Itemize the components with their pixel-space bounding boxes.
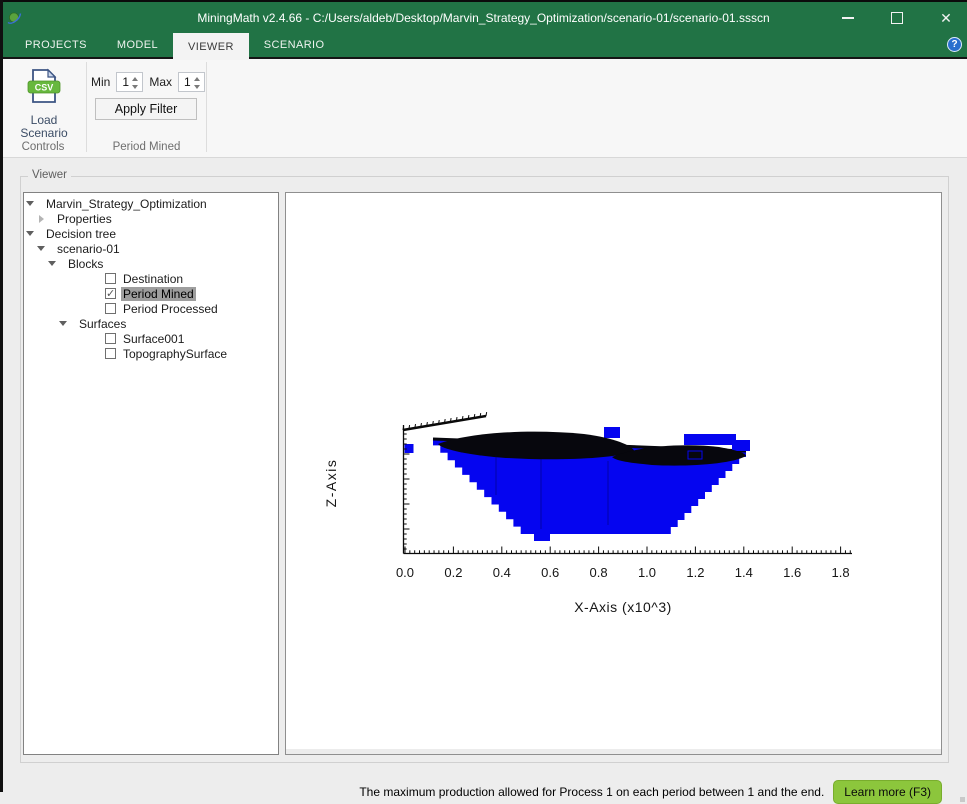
pit-block [604, 427, 620, 438]
x-tick-label: 0.6 [541, 565, 559, 580]
max-label: Max [149, 75, 173, 89]
min-spinner[interactable]: 1 [116, 72, 144, 92]
expanded-arrow-icon[interactable] [26, 201, 34, 206]
tree-item-blocks[interactable]: Blocks [24, 256, 278, 271]
checkbox-surface001[interactable] [105, 333, 116, 344]
tree-label-scenario-01[interactable]: scenario-01 [55, 242, 122, 256]
tree-label-marvin-strategy-optimization[interactable]: Marvin_Strategy_Optimization [44, 197, 209, 211]
window-left-edge [0, 0, 3, 792]
viewport-bottom-margin [286, 749, 941, 754]
tree-item-marvin-strategy-optimization[interactable]: Marvin_Strategy_Optimization [24, 196, 278, 211]
tab-scenario[interactable]: SCENARIO [249, 33, 340, 57]
checkbox-period-processed[interactable] [105, 303, 116, 314]
app-logo-icon [6, 9, 23, 31]
x-tick-label: 1.8 [832, 565, 850, 580]
ribbon: CSV Load Scenario Min 1 Max 1 Apply Filt… [0, 57, 967, 158]
pit-block [684, 434, 736, 445]
viewer-groupbox: Viewer Marvin_Strategy_Optimization Prope… [20, 169, 949, 763]
max-spinner[interactable]: 1 [178, 72, 206, 92]
titlebar: MiningMath v2.4.66 - C:/Users/aldeb/Desk… [0, 0, 967, 33]
min-value: 1 [122, 75, 130, 89]
tab-projects[interactable]: PROJECTS [10, 33, 102, 57]
checkbox-period-mined[interactable] [105, 287, 116, 300]
tree-item-destination[interactable]: Destination [24, 271, 278, 286]
learn-more-button[interactable]: Learn more (F3) [833, 779, 942, 804]
ribbon-group-controls-label: Controls [21, 141, 65, 153]
x-tick-label: 1.4 [735, 565, 753, 580]
resize-grip[interactable] [960, 797, 965, 802]
ribbon-group-divider [86, 62, 87, 152]
x-tick-label: 0.4 [493, 565, 511, 580]
close-icon: ✕ [940, 9, 952, 26]
collapsed-arrow-icon[interactable] [39, 214, 44, 223]
maximize-button[interactable] [890, 11, 904, 25]
minimize-button[interactable] [841, 11, 855, 25]
spinner-arrows-icon[interactable] [131, 75, 139, 91]
x-tick-label: 0.0 [396, 565, 414, 580]
window-title: MiningMath v2.4.66 - C:/Users/aldeb/Desk… [197, 10, 770, 25]
ribbon-tabbar: PROJECTS MODEL VIEWER SCENARIO ? [0, 33, 967, 60]
statusbar: The maximum production allowed for Proce… [0, 779, 967, 804]
help-icon[interactable]: ? [947, 37, 962, 52]
expanded-arrow-icon[interactable] [48, 261, 56, 266]
tree-item-scenario-01[interactable]: scenario-01 [24, 241, 278, 256]
expanded-arrow-icon[interactable] [59, 321, 67, 326]
ribbon-group-divider [206, 62, 207, 152]
checkbox-topographysurface[interactable] [105, 348, 116, 359]
apply-filter-button[interactable]: Apply Filter [95, 98, 197, 120]
close-button[interactable]: ✕ [939, 11, 953, 25]
tree-label-destination[interactable]: Destination [121, 272, 185, 286]
status-message: The maximum production allowed for Proce… [359, 784, 825, 799]
svg-text:CSV: CSV [35, 83, 54, 93]
tab-model[interactable]: MODEL [102, 33, 173, 57]
tree-label-surface001[interactable]: Surface001 [121, 332, 186, 346]
csv-file-icon: CSV [25, 68, 63, 109]
x-tick-label: 0.8 [590, 565, 608, 580]
tree-label-period-processed[interactable]: Period Processed [121, 302, 220, 316]
tree-label-blocks[interactable]: Blocks [66, 257, 105, 271]
ribbon-group-period-mined-label: Period Mined [112, 141, 181, 153]
maximize-icon [891, 11, 903, 24]
max-value: 1 [184, 75, 191, 89]
block-model-3d-view[interactable]: 0.0 0.2 0.4 0.6 0.8 1.0 1.2 1.4 1.6 1.8 X-Axis (x1… [286, 193, 941, 749]
tab-viewer[interactable]: VIEWER [173, 33, 249, 60]
tree-label-topographysurface[interactable]: TopographySurface [121, 347, 229, 361]
load-scenario-button[interactable]: CSV Load Scenario [13, 68, 75, 140]
tree-item-properties[interactable]: Properties [24, 211, 278, 226]
min-label: Min [91, 75, 111, 89]
load-scenario-label-line2: Scenario [20, 126, 68, 140]
tree-item-topographysurface[interactable]: TopographySurface [24, 346, 278, 361]
tree-label-period-mined[interactable]: Period Mined [121, 286, 196, 301]
x-axis-title: X-Axis (x10^3) [574, 599, 672, 615]
tree-item-decision-tree[interactable]: Decision tree [24, 226, 278, 241]
viewport-3d[interactable]: 0.0 0.2 0.4 0.6 0.8 1.0 1.2 1.4 1.6 1.8 X-Axis (x1… [285, 192, 942, 755]
x-tick-label: 1.0 [638, 565, 656, 580]
pit-block [732, 440, 750, 451]
checkbox-destination[interactable] [105, 273, 116, 284]
expanded-arrow-icon[interactable] [26, 231, 34, 236]
scenario-tree[interactable]: Marvin_Strategy_Optimization Properties De… [23, 192, 279, 755]
tree-label-properties[interactable]: Properties [55, 212, 114, 226]
expanded-arrow-icon[interactable] [37, 246, 45, 251]
x-tick-label: 1.6 [783, 565, 801, 580]
x-tick-label: 1.2 [686, 565, 704, 580]
z-axis-title: Z-Axis [323, 459, 339, 508]
tree-item-period-mined[interactable]: Period Mined [24, 286, 278, 301]
viewer-groupbox-label: Viewer [28, 169, 71, 181]
spinner-arrows-icon[interactable] [193, 75, 201, 91]
tree-item-surfaces[interactable]: Surfaces [24, 316, 278, 331]
tree-item-surface001[interactable]: Surface001 [24, 331, 278, 346]
x-tick-label: 0.2 [444, 565, 462, 580]
tree-label-surfaces[interactable]: Surfaces [77, 317, 128, 331]
tree-item-period-processed[interactable]: Period Processed [24, 301, 278, 316]
minimize-icon [842, 16, 854, 19]
tree-label-decision-tree[interactable]: Decision tree [44, 227, 118, 241]
